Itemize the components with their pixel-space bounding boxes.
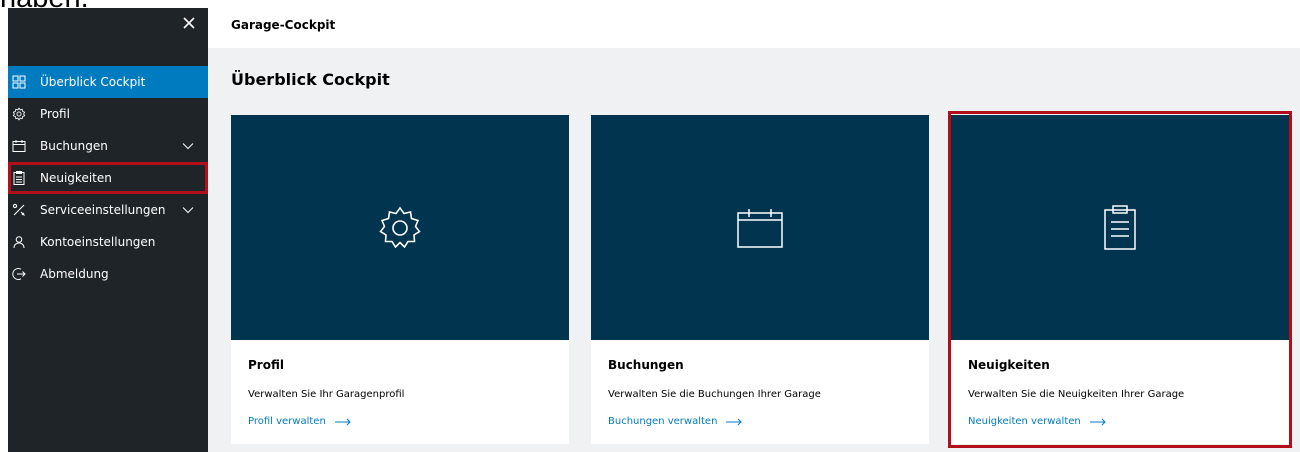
calendar-icon [737,208,783,248]
page-title: Überblick Cockpit [231,70,390,89]
card-title: Buchungen [608,358,684,372]
chevron-down-icon[interactable] [182,140,194,152]
top-header: Garage-Cockpit [208,8,1300,48]
logout-icon [12,267,26,281]
link-label: Profil verwalten [248,416,326,427]
buchungen-verwalten-link[interactable]: Buchungen verwalten [608,416,743,427]
sidebar-item-neuigkeiten[interactable]: Neuigkeiten [8,162,208,194]
sidebar: Überblick Cockpit Profil Buchungen Neuig… [8,8,208,452]
card-neuigkeiten[interactable]: Neuigkeiten Verwalten Sie die Neuigkeite… [948,111,1292,448]
tools-icon [12,203,26,217]
sidebar-item-label: Neuigkeiten [40,171,112,185]
arrow-right-icon [334,418,351,425]
sidebar-item-kontoeinstellungen[interactable]: Kontoeinstellungen [8,226,208,258]
sidebar-item-buchungen[interactable]: Buchungen [8,130,208,162]
gear-icon [12,107,26,121]
clipboard-icon [12,171,26,185]
sidebar-item-overview[interactable]: Überblick Cockpit [8,66,208,98]
card-description: Verwalten Sie die Buchungen Ihrer Garage [608,389,821,400]
profil-verwalten-link[interactable]: Profil verwalten [248,416,351,427]
main-content: Überblick Cockpit Profil Verwalten Sie I… [208,48,1300,452]
link-label: Neuigkeiten verwalten [968,416,1081,427]
sidebar-item-label: Kontoeinstellungen [40,235,156,249]
calendar-icon [12,139,26,153]
sidebar-item-label: Überblick Cockpit [40,75,146,89]
user-icon [12,235,26,249]
chevron-down-icon[interactable] [182,204,194,216]
clipboard-icon [1104,204,1136,250]
sidebar-item-label: Profil [40,107,70,121]
card-buchungen[interactable]: Buchungen Verwalten Sie die Buchungen Ih… [591,115,929,444]
arrow-right-icon [726,418,743,425]
card-hero [951,115,1289,340]
sidebar-item-serviceeinstellungen[interactable]: Serviceeinstellungen [8,194,208,226]
sidebar-item-label: Abmeldung [40,267,109,281]
grid-icon [12,75,26,89]
sidebar-item-label: Buchungen [40,139,108,153]
sidebar-item-abmeldung[interactable]: Abmeldung [8,258,208,290]
gear-icon [379,206,421,248]
card-title: Neuigkeiten [968,358,1050,372]
app-title: Garage-Cockpit [231,18,336,32]
neuigkeiten-verwalten-link[interactable]: Neuigkeiten verwalten [968,416,1106,427]
sidebar-item-profil[interactable]: Profil [8,98,208,130]
arrow-right-icon [1089,418,1106,425]
card-title: Profil [248,358,284,372]
card-description: Verwalten Sie die Neuigkeiten Ihrer Gara… [968,389,1185,400]
link-label: Buchungen verwalten [608,416,718,427]
card-hero [591,115,929,340]
card-description: Verwalten Sie Ihr Garagenprofil [248,389,405,400]
card-hero [231,115,569,340]
card-profil[interactable]: Profil Verwalten Sie Ihr Garagenprofil P… [231,115,569,444]
sidebar-item-label: Serviceeinstellungen [40,203,166,217]
sidebar-nav: Überblick Cockpit Profil Buchungen Neuig… [8,66,208,290]
close-icon[interactable] [180,14,198,32]
